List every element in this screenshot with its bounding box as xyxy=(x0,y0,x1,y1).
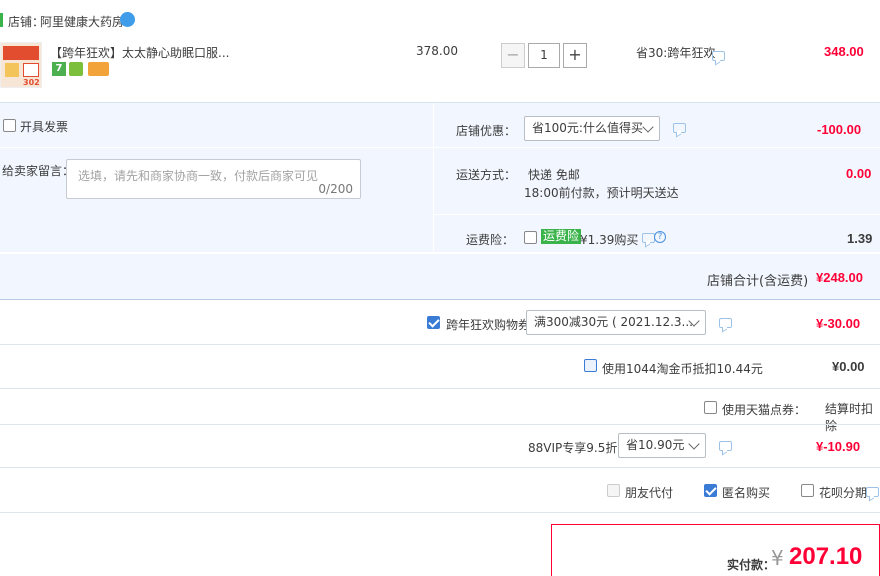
tmall-points-value: 结算时扣除 xyxy=(825,402,874,433)
payment-amount: 207.10 xyxy=(789,543,863,570)
divider xyxy=(0,512,880,513)
shop-total-amount: ¥248.00 xyxy=(816,270,863,285)
shop-discount-amount: -100.00 xyxy=(817,122,862,137)
tmall-points-checkbox[interactable] xyxy=(704,401,717,414)
vip-selected: 省10.90元 xyxy=(626,438,685,452)
message-field[interactable]: 选填，请先和商家协商一致，付款后商家可见 0/200 xyxy=(66,159,361,199)
item-unit-price: 378.00 xyxy=(416,44,458,58)
coupon-amount: ¥-30.00 xyxy=(816,316,861,331)
wangwang-icon[interactable] xyxy=(120,12,135,27)
panel-divider-v xyxy=(433,103,434,253)
insurance-tag: 运费险 xyxy=(541,229,582,244)
shipping-label: 运送方式： xyxy=(456,168,517,182)
guarantee-icon xyxy=(69,62,83,76)
insurance-checkbox[interactable] xyxy=(524,231,537,244)
vip-label: 88VIP专享9.5折 xyxy=(528,441,618,455)
friend-pay-checkbox xyxy=(607,484,620,497)
taojinbi-label: 使用1044淘金币抵扣10.44元 xyxy=(602,362,763,376)
panel-divider-h2 xyxy=(434,214,880,215)
shipping-method: 快递 免邮 xyxy=(528,168,580,182)
card-icon xyxy=(88,62,109,76)
shop-total-row: 店铺合计(含运费) ¥248.00 xyxy=(0,253,880,300)
quantity-input[interactable]: 1 xyxy=(528,43,560,68)
shop-total-label: 店铺合计(含运费) xyxy=(707,274,809,289)
coupon-select[interactable]: 满300减30元 ( 2021.12.3... xyxy=(526,310,706,335)
taojinbi-checkbox[interactable] xyxy=(584,359,597,372)
huabei-tip-icon[interactable] xyxy=(866,487,879,497)
shop-discount-label: 店铺优惠： xyxy=(456,124,517,138)
item-thumbnail[interactable]: 302 xyxy=(0,42,42,88)
seven-day-return-icon: 7 xyxy=(52,62,66,76)
shop-marker xyxy=(0,13,3,27)
coupon-selected: 满300减30元 ( 2021.12.3... xyxy=(534,315,694,329)
message-placeholder: 选填，请先和商家协商一致，付款后商家可见 xyxy=(78,169,319,183)
shipping-note: 18:00前付款，预计明天送达 xyxy=(524,186,679,200)
vip-select[interactable]: 省10.90元 xyxy=(618,433,706,458)
taojinbi-amount: ¥0.00 xyxy=(832,359,865,374)
divider xyxy=(0,424,880,425)
divider xyxy=(0,344,880,345)
promo-tip-icon[interactable] xyxy=(712,51,725,61)
coupon-tip-icon[interactable] xyxy=(719,318,732,328)
insurance-label: 运费险： xyxy=(466,233,515,247)
shop-header: 店铺： 阿里健康大药房 xyxy=(0,0,880,36)
item-subtotal: 348.00 xyxy=(824,44,864,59)
increase-button[interactable]: + xyxy=(563,43,587,68)
huabei-label: 花呗分期 xyxy=(819,486,868,500)
shop-discount-select[interactable]: 省100元:什么值得买 xyxy=(524,116,660,141)
decrease-button[interactable]: − xyxy=(501,43,525,68)
quantity-stepper: − 1 + xyxy=(501,43,587,68)
anonymous-label: 匿名购买 xyxy=(722,486,771,500)
anonymous-checkbox[interactable] xyxy=(704,484,717,497)
payment-label: 实付款： xyxy=(727,558,776,572)
item-promo: 省30:跨年狂欢 xyxy=(636,46,716,60)
chevron-down-icon xyxy=(642,121,654,133)
shop-discount-selected: 省100元:什么值得买 xyxy=(532,121,643,135)
vip-tip-icon[interactable] xyxy=(719,441,732,451)
coupon-label: 跨年狂欢购物券 xyxy=(446,318,531,332)
panel-divider-h1 xyxy=(0,147,880,148)
item-row: 302 【跨年狂欢】太太静心助眠口服... 7 378.00 − 1 + 省30… xyxy=(0,36,880,102)
order-options-panel: 开具发票 给卖家留言： 选填，请先和商家协商一致，付款后商家可见 0/200 店… xyxy=(0,102,880,253)
payment-summary: 实付款： ¥ 207.10 xyxy=(551,524,880,576)
chevron-down-icon xyxy=(688,438,700,450)
insurance-desc: ¥1.39购买 xyxy=(580,233,639,247)
insurance-amount: 1.39 xyxy=(847,231,873,246)
divider xyxy=(0,388,880,389)
invoice-label: 开具发票 xyxy=(20,120,69,134)
shipping-amount: 0.00 xyxy=(846,166,872,181)
thumb-price-text: 302 xyxy=(23,78,40,87)
shop-label: 店铺： xyxy=(8,15,45,29)
friend-pay-label: 朋友代付 xyxy=(625,486,674,500)
divider xyxy=(0,467,880,468)
coupon-checkbox[interactable] xyxy=(427,316,440,329)
huabei-checkbox[interactable] xyxy=(801,484,814,497)
payment-currency: ¥ xyxy=(771,546,784,570)
tmall-points-label: 使用天猫点券： xyxy=(722,403,807,417)
message-label: 给卖家留言： xyxy=(2,164,75,178)
help-icon[interactable]: ? xyxy=(654,231,666,243)
vip-amount: ¥-10.90 xyxy=(816,439,861,454)
shop-name[interactable]: 阿里健康大药房 xyxy=(40,13,124,30)
discount-tip-icon[interactable] xyxy=(673,123,686,133)
invoice-checkbox[interactable] xyxy=(3,119,16,132)
insurance-tip-icon[interactable] xyxy=(642,233,655,243)
item-title[interactable]: 【跨年狂欢】太太静心助眠口服... xyxy=(50,44,229,61)
message-counter: 0/200 xyxy=(318,182,353,196)
